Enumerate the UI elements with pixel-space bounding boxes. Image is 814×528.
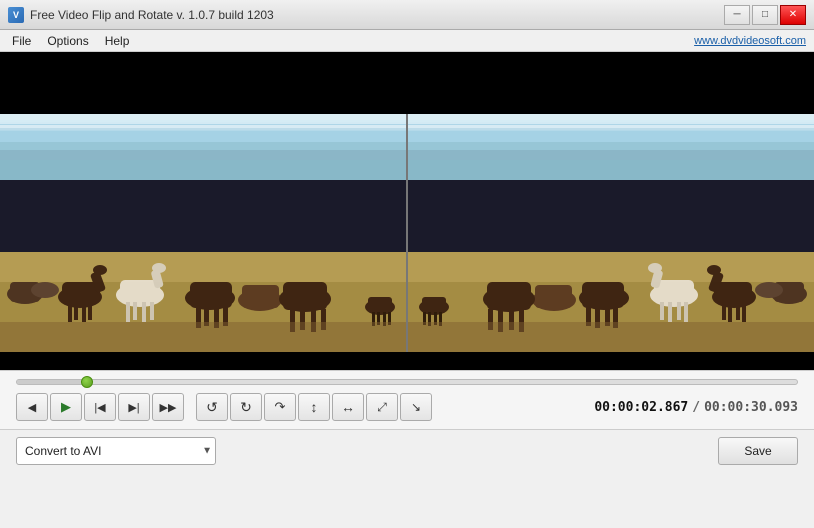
next-frame-button[interactable]: ▶|	[118, 393, 150, 421]
playback-controls: ◀ ▶ |◀ ▶| ▶▶ ↺ ↻ ↷ ↕ ↔ ⤢ ↘ 00:00:02.867 …	[16, 393, 798, 421]
convert-select-container: Convert to AVI Convert to MP4 Convert to…	[16, 437, 216, 465]
menu-file[interactable]: File	[4, 32, 39, 50]
title-bar: V Free Video Flip and Rotate v. 1.0.7 bu…	[0, 0, 814, 30]
total-time: 00:00:30.093	[704, 400, 798, 415]
close-button[interactable]: ✕	[780, 5, 806, 25]
seek-thumb[interactable]	[81, 376, 93, 388]
prev-frame-button[interactable]: |◀	[84, 393, 116, 421]
convert-select[interactable]: Convert to AVI Convert to MP4 Convert to…	[16, 437, 216, 465]
rotate-180-button[interactable]: ↷	[264, 393, 296, 421]
flip-horizontal-button[interactable]: ↔	[332, 393, 364, 421]
seek-bar[interactable]	[16, 379, 798, 385]
rotate-cw-button[interactable]: ↻	[230, 393, 262, 421]
website-link[interactable]: www.dvdvideosoft.com	[694, 35, 806, 47]
seek-bar-container	[16, 379, 798, 385]
menu-options[interactable]: Options	[39, 32, 96, 50]
maximize-button[interactable]: □	[752, 5, 778, 25]
rotate-ccw-button[interactable]: ↺	[196, 393, 228, 421]
seek-fill	[17, 380, 87, 384]
window-controls: ─ □ ✕	[724, 5, 806, 25]
app-icon: V	[8, 7, 24, 23]
time-separator: /	[692, 400, 700, 415]
controls-area: ◀ ▶ |◀ ▶| ▶▶ ↺ ↻ ↷ ↕ ↔ ⤢ ↘ 00:00:02.867 …	[0, 370, 814, 429]
resize-button[interactable]: ↘	[400, 393, 432, 421]
rewind-button[interactable]: ◀	[16, 393, 48, 421]
video-preview	[0, 52, 814, 370]
current-time: 00:00:02.867	[594, 400, 688, 415]
play-button[interactable]: ▶	[50, 393, 82, 421]
menu-bar: File Options Help www.dvdvideosoft.com	[0, 30, 814, 52]
title-text: Free Video Flip and Rotate v. 1.0.7 buil…	[30, 8, 724, 22]
minimize-button[interactable]: ─	[724, 5, 750, 25]
flip-vertical-button[interactable]: ↕	[298, 393, 330, 421]
save-button[interactable]: Save	[718, 437, 798, 465]
time-display: 00:00:02.867 / 00:00:30.093	[594, 400, 798, 415]
transform-controls: ↺ ↻ ↷ ↕ ↔ ⤢ ↘	[196, 393, 432, 421]
bottom-bar: Convert to AVI Convert to MP4 Convert to…	[0, 429, 814, 471]
video-area	[0, 52, 814, 370]
left-controls: ◀ ▶ |◀ ▶| ▶▶	[16, 393, 184, 421]
menu-help[interactable]: Help	[97, 32, 138, 50]
crop-button[interactable]: ⤢	[366, 393, 398, 421]
fast-forward-button[interactable]: ▶▶	[152, 393, 184, 421]
